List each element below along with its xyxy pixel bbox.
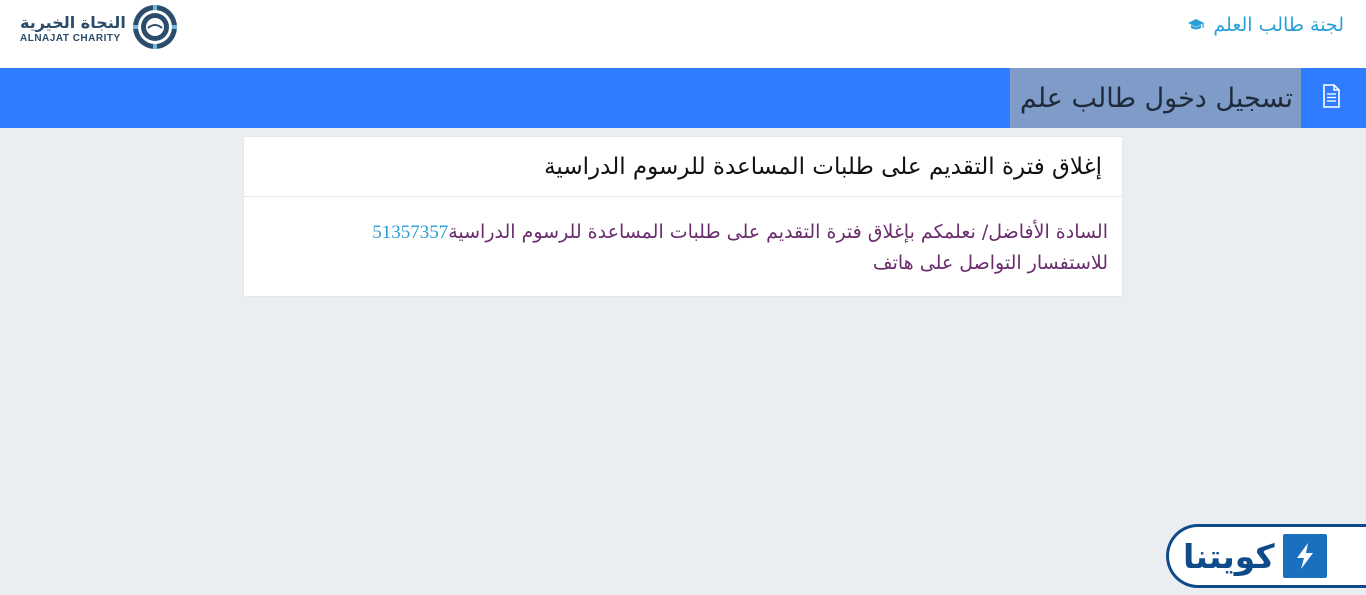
kuwaitna-watermark: كويتنا	[1166, 524, 1366, 588]
logo-english-text: ALNAJAT CHARITY	[20, 33, 121, 44]
notice-text: السادة الأفاضل/ نعلمكم بإغلاق فترة التقد…	[448, 221, 1108, 243]
notice-line-1: السادة الأفاضل/ نعلمكم بإغلاق فترة التقد…	[258, 217, 1108, 248]
logo-arabic-text: النجاة الخيرية	[20, 13, 126, 32]
charity-logo-icon	[132, 4, 178, 54]
committee-link-label: لجنة طالب العلم	[1213, 14, 1344, 36]
lightning-icon	[1282, 534, 1327, 578]
phone-number[interactable]: 51357357	[372, 222, 448, 243]
top-navbar: لجنة طالب العلم النجاة الخيرية ALNAJAT C…	[0, 0, 1366, 68]
watermark-text: كويتنا	[1183, 536, 1275, 576]
charity-logo[interactable]: النجاة الخيرية ALNAJAT CHARITY	[20, 4, 178, 54]
notice-body: السادة الأفاضل/ نعلمكم بإغلاق فترة التقد…	[244, 197, 1122, 278]
notice-line-2: للاستفسار التواصل على هاتف	[872, 252, 1108, 274]
page-title: تسجيل دخول طالب علم	[1009, 68, 1301, 128]
committee-link[interactable]: لجنة طالب العلم	[1187, 14, 1344, 36]
notice-title: إغلاق فترة التقديم على طلبات المساعدة لل…	[244, 137, 1122, 197]
graduation-cap-icon	[1187, 18, 1205, 32]
notice-card: إغلاق فترة التقديم على طلبات المساعدة لل…	[243, 136, 1123, 297]
document-icon	[1322, 84, 1340, 112]
